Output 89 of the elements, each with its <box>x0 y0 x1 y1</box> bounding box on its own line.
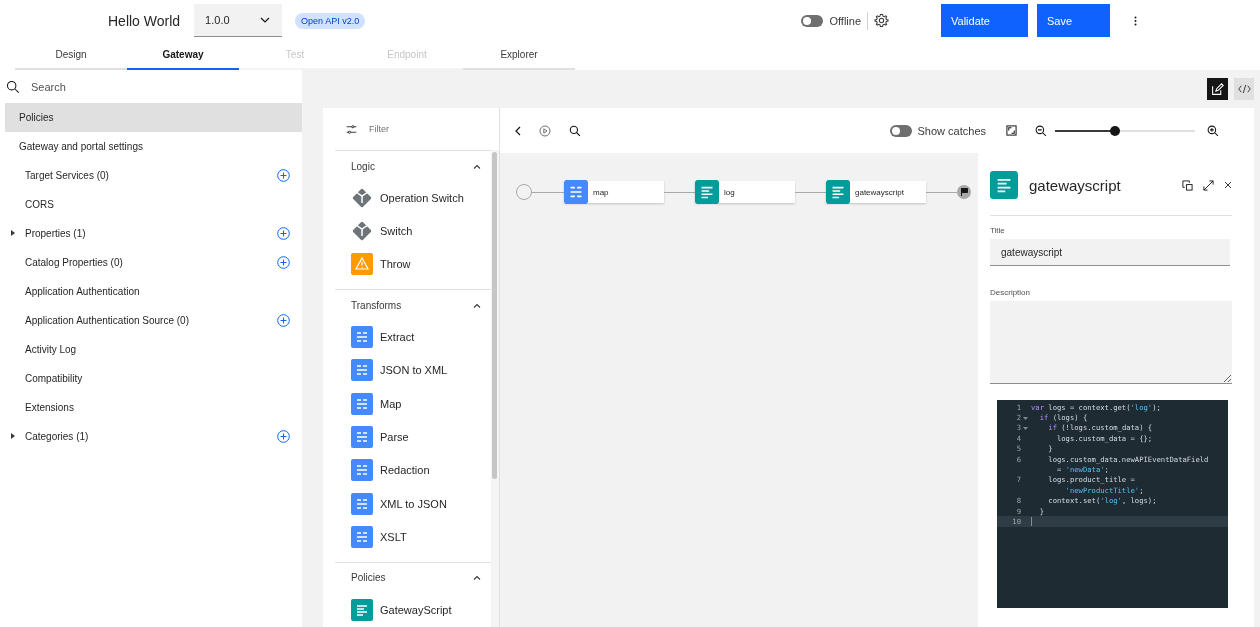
flow-node[interactable]: map <box>564 181 664 203</box>
maximize-icon[interactable] <box>1203 179 1214 191</box>
group-title: Policies <box>351 572 386 584</box>
zoom-in-icon[interactable] <box>1207 124 1219 137</box>
description-field[interactable] <box>990 301 1232 384</box>
validate-button[interactable]: Validate <box>941 4 1028 37</box>
flow-node[interactable]: gatewayscript <box>826 181 926 203</box>
back-icon[interactable] <box>514 125 521 136</box>
close-icon[interactable] <box>1224 181 1232 189</box>
overflow-menu-icon[interactable] <box>1134 15 1137 26</box>
add-icon[interactable] <box>277 169 290 182</box>
filter-field[interactable]: Filter <box>367 123 471 135</box>
sidebar-label: Application Authentication Source (0) <box>25 315 190 326</box>
add-icon[interactable] <box>277 314 290 327</box>
caret-icon[interactable] <box>11 230 15 236</box>
version-dropdown[interactable]: 1.0.0 <box>194 4 283 37</box>
palette-item[interactable]: XSLT <box>335 520 492 554</box>
group-title: Logic <box>351 160 375 172</box>
undock-icon[interactable] <box>1182 179 1193 191</box>
palette-item[interactable]: Operation Switch <box>335 181 492 215</box>
sidebar-item[interactable]: Gateway and portal settings <box>5 132 302 161</box>
chevron-icon[interactable] <box>473 163 482 169</box>
code-view-button[interactable] <box>1234 78 1254 100</box>
edit-button[interactable] <box>1207 78 1228 100</box>
filter-icon <box>346 123 357 135</box>
toggle-label: Show catches <box>917 124 986 137</box>
sidebar-item[interactable]: Application Authentication <box>5 277 302 306</box>
sidebar-item[interactable]: Catalog Properties (0) <box>5 248 302 277</box>
play-icon[interactable] <box>539 124 551 137</box>
fit-icon[interactable] <box>1006 125 1017 136</box>
code-editor[interactable] <box>997 400 1228 608</box>
sidebar-label: Target Services (0) <box>25 170 110 181</box>
sidebar-item[interactable]: Activity Log <box>5 335 302 364</box>
toggle-label: Offline <box>829 14 861 27</box>
toggle-switch[interactable] <box>801 14 824 27</box>
palette-item[interactable]: XML to JSON <box>335 487 492 521</box>
sidebar-item[interactable]: Compatibility <box>5 364 302 393</box>
scrollbar-thumb[interactable] <box>492 152 498 479</box>
palette-item[interactable]: JSON to XML <box>335 353 492 387</box>
palette-item[interactable]: Switch <box>335 214 492 248</box>
chevron-icon[interactable] <box>473 575 482 581</box>
palette-item[interactable]: GatewayScript <box>335 592 492 627</box>
sidebar-label: Extensions <box>25 402 75 413</box>
flow-node[interactable]: log <box>695 181 795 203</box>
search-field[interactable]: Search <box>29 79 233 94</box>
chevron-icon[interactable] <box>473 302 482 308</box>
zoom-out-icon[interactable] <box>1035 124 1047 137</box>
edit-icon <box>1211 82 1224 96</box>
group-title: Transforms <box>351 299 402 311</box>
fold-icon[interactable] <box>1023 417 1028 421</box>
add-icon[interactable] <box>277 256 290 269</box>
save-button[interactable]: Save <box>1037 4 1110 37</box>
palette-item[interactable]: Map <box>335 386 492 421</box>
sidebar-label: CORS <box>25 199 55 210</box>
palette-item[interactable]: Throw <box>335 247 492 282</box>
sidebar-label: Categories (1) <box>25 431 90 442</box>
fold-icon[interactable] <box>1023 427 1028 431</box>
sidebar-label: Compatibility <box>25 373 84 384</box>
policy-icon <box>990 171 1018 199</box>
sidebar-label: Activity Log <box>25 344 78 355</box>
sidebar-label: Properties (1) <box>25 228 87 239</box>
add-icon[interactable] <box>277 430 290 443</box>
sidebar-item[interactable]: CORS <box>5 190 302 219</box>
toggle-switch[interactable] <box>889 124 912 137</box>
search-icon <box>6 79 20 94</box>
field-label: Description <box>990 288 1031 297</box>
panel-title: gatewayscript <box>1029 176 1122 194</box>
settings-icon[interactable] <box>874 13 889 28</box>
chevron-icon <box>260 17 271 23</box>
api-title: Hello World <box>108 12 181 29</box>
sidebar-item[interactable]: Properties (1) <box>5 219 302 248</box>
search-icon[interactable] <box>569 124 581 137</box>
sidebar-item[interactable]: Policies <box>5 103 302 132</box>
palette-item[interactable]: Parse <box>335 420 492 454</box>
palette-item[interactable]: Extract <box>335 320 492 354</box>
code-icon <box>1237 84 1251 94</box>
title-field[interactable]: gatewayscript <box>990 239 1230 266</box>
field-label: Title <box>990 226 1006 235</box>
add-icon[interactable] <box>277 227 290 240</box>
sidebar-label: Catalog Properties (0) <box>25 257 124 268</box>
text-cursor <box>1031 517 1032 526</box>
sidebar-item[interactable]: Target Services (0) <box>5 161 302 190</box>
sidebar-item[interactable]: Extensions <box>5 393 302 422</box>
sidebar-label: Application Authentication <box>25 286 141 297</box>
palette-item[interactable]: Redaction <box>335 453 492 488</box>
sidebar-item[interactable]: Categories (1) <box>5 422 302 451</box>
caret-icon[interactable] <box>11 433 15 439</box>
sidebar-item[interactable]: Application Authentication Source (0) <box>5 306 302 335</box>
spec-badge: Open API v2.0 <box>295 12 366 29</box>
